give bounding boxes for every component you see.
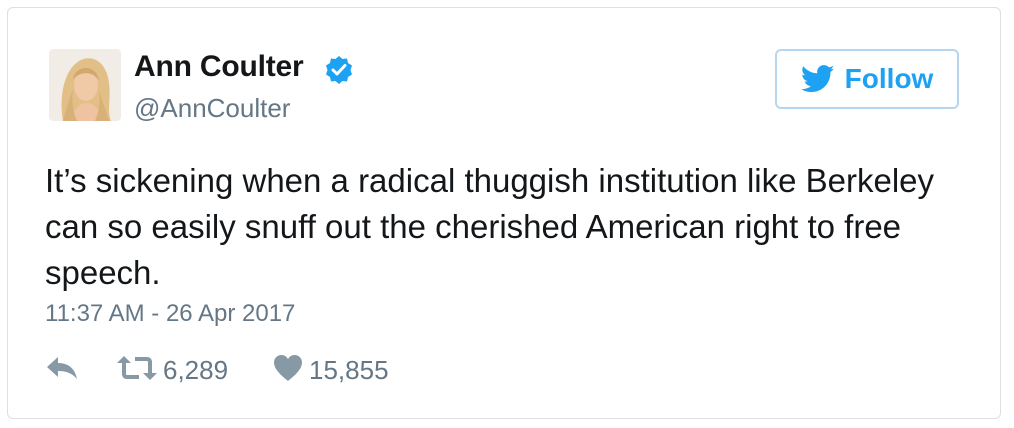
retweet-count: 6,289 — [163, 354, 229, 385]
follow-button-label: Follow — [844, 63, 934, 94]
tweet-timestamp[interactable]: 11:37 AM - 26 Apr 2017 — [45, 300, 295, 328]
avatar[interactable] — [49, 49, 121, 121]
retweet-icon — [117, 354, 157, 387]
tweet-text: It’s sickening when a radical thuggish i… — [45, 162, 935, 291]
like-button[interactable]: 15,855 — [273, 350, 389, 390]
heart-icon — [273, 354, 303, 387]
author-handle[interactable]: @AnnCoulter — [134, 93, 290, 124]
author-name[interactable]: Ann Coulter — [134, 50, 304, 84]
reply-icon — [45, 355, 79, 386]
like-count: 15,855 — [309, 354, 389, 385]
reply-button[interactable] — [45, 350, 79, 390]
follow-button[interactable]: Follow — [775, 49, 959, 109]
verified-badge-icon — [324, 55, 354, 85]
retweet-button[interactable]: 6,289 — [117, 350, 228, 390]
twitter-bird-icon — [800, 65, 835, 93]
